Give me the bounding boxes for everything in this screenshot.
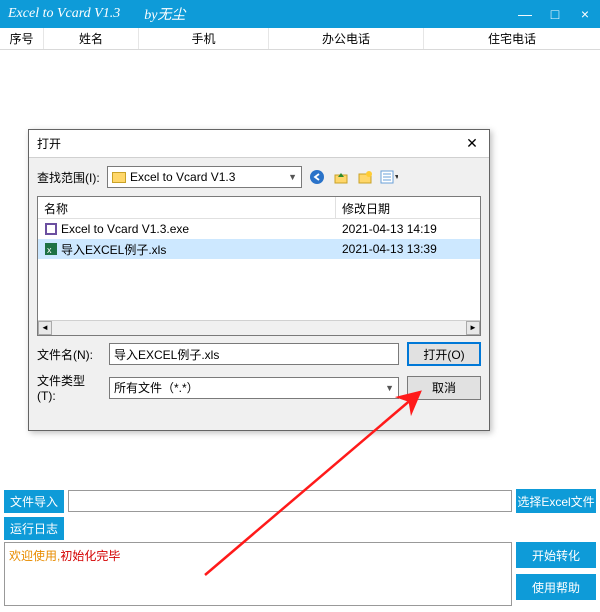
scroll-left-icon[interactable]: ◄ bbox=[38, 321, 52, 335]
back-icon[interactable] bbox=[308, 168, 326, 186]
file-row[interactable]: Excel to Vcard V1.3.exe 2021-04-13 14:19 bbox=[38, 219, 480, 239]
filetype-label: 文件类型(T): bbox=[37, 372, 101, 403]
folder-icon bbox=[112, 172, 126, 183]
up-folder-icon[interactable] bbox=[332, 168, 350, 186]
h-scrollbar[interactable]: ◄ ► bbox=[38, 320, 480, 335]
file-date: 2021-04-13 13:39 bbox=[336, 242, 480, 256]
filetype-combo[interactable]: 所有文件（*.*）▼ bbox=[109, 377, 399, 399]
runlog-label: 运行日志 bbox=[4, 517, 64, 540]
file-name: 导入EXCEL例子.xls bbox=[61, 241, 166, 258]
filename-label: 文件名(N): bbox=[37, 346, 101, 363]
file-date: 2021-04-13 14:19 bbox=[336, 222, 480, 236]
col-mobile: 手机 bbox=[139, 28, 269, 49]
cancel-button[interactable]: 取消 bbox=[407, 376, 481, 400]
file-import-label: 文件导入 bbox=[4, 490, 64, 513]
col-index: 序号 bbox=[0, 28, 44, 49]
titlebar: Excel to Vcard V1.3 by无尘 — □ × bbox=[0, 0, 600, 28]
log-textarea[interactable]: 欢迎使用,初始化完毕 bbox=[4, 542, 512, 606]
col-name: 姓名 bbox=[44, 28, 139, 49]
file-row[interactable]: x 导入EXCEL例子.xls 2021-04-13 13:39 bbox=[38, 239, 480, 259]
col-office: 办公电话 bbox=[269, 28, 424, 49]
close-button[interactable]: × bbox=[570, 0, 600, 28]
dialog-close-button[interactable]: ✕ bbox=[463, 135, 481, 152]
open-dialog: 打开 ✕ 查找范围(I): Excel to Vcard V1.3 ▼ 名称 修… bbox=[28, 129, 490, 431]
lookin-combo[interactable]: Excel to Vcard V1.3 ▼ bbox=[107, 166, 302, 188]
file-list[interactable]: 名称 修改日期 Excel to Vcard V1.3.exe 2021-04-… bbox=[37, 196, 481, 336]
chevron-down-icon: ▼ bbox=[385, 383, 394, 393]
filelist-col-date[interactable]: 修改日期 bbox=[336, 197, 480, 218]
help-button[interactable]: 使用帮助 bbox=[516, 574, 596, 600]
col-home: 住宅电话 bbox=[424, 28, 600, 49]
view-menu-icon[interactable] bbox=[380, 168, 398, 186]
exe-icon bbox=[44, 222, 58, 236]
svg-text:x: x bbox=[47, 245, 52, 255]
dialog-title: 打开 bbox=[37, 135, 61, 152]
new-folder-icon[interactable] bbox=[356, 168, 374, 186]
file-import-input[interactable] bbox=[68, 490, 512, 512]
minimize-button[interactable]: — bbox=[510, 0, 540, 28]
dialog-titlebar: 打开 ✕ bbox=[29, 130, 489, 158]
grid-header: 序号 姓名 手机 办公电话 住宅电话 bbox=[0, 28, 600, 50]
lookin-label: 查找范围(I): bbox=[37, 169, 101, 186]
open-button[interactable]: 打开(O) bbox=[407, 342, 481, 366]
select-excel-button[interactable]: 选择Excel文件 bbox=[516, 489, 596, 513]
file-name: Excel to Vcard V1.3.exe bbox=[61, 222, 189, 236]
app-title: Excel to Vcard V1.3 bbox=[8, 6, 120, 22]
xls-icon: x bbox=[44, 242, 58, 256]
scroll-right-icon[interactable]: ► bbox=[466, 321, 480, 335]
start-convert-button[interactable]: 开始转化 bbox=[516, 542, 596, 568]
log-welcome: 欢迎使用, bbox=[9, 549, 60, 563]
lookin-value: Excel to Vcard V1.3 bbox=[130, 170, 235, 184]
filename-input[interactable]: 导入EXCEL例子.xls bbox=[109, 343, 399, 365]
app-author: by无尘 bbox=[144, 4, 185, 24]
log-init: 初始化完毕 bbox=[60, 549, 120, 563]
filelist-col-name[interactable]: 名称 bbox=[38, 197, 336, 218]
chevron-down-icon: ▼ bbox=[288, 172, 297, 182]
maximize-button[interactable]: □ bbox=[540, 0, 570, 28]
